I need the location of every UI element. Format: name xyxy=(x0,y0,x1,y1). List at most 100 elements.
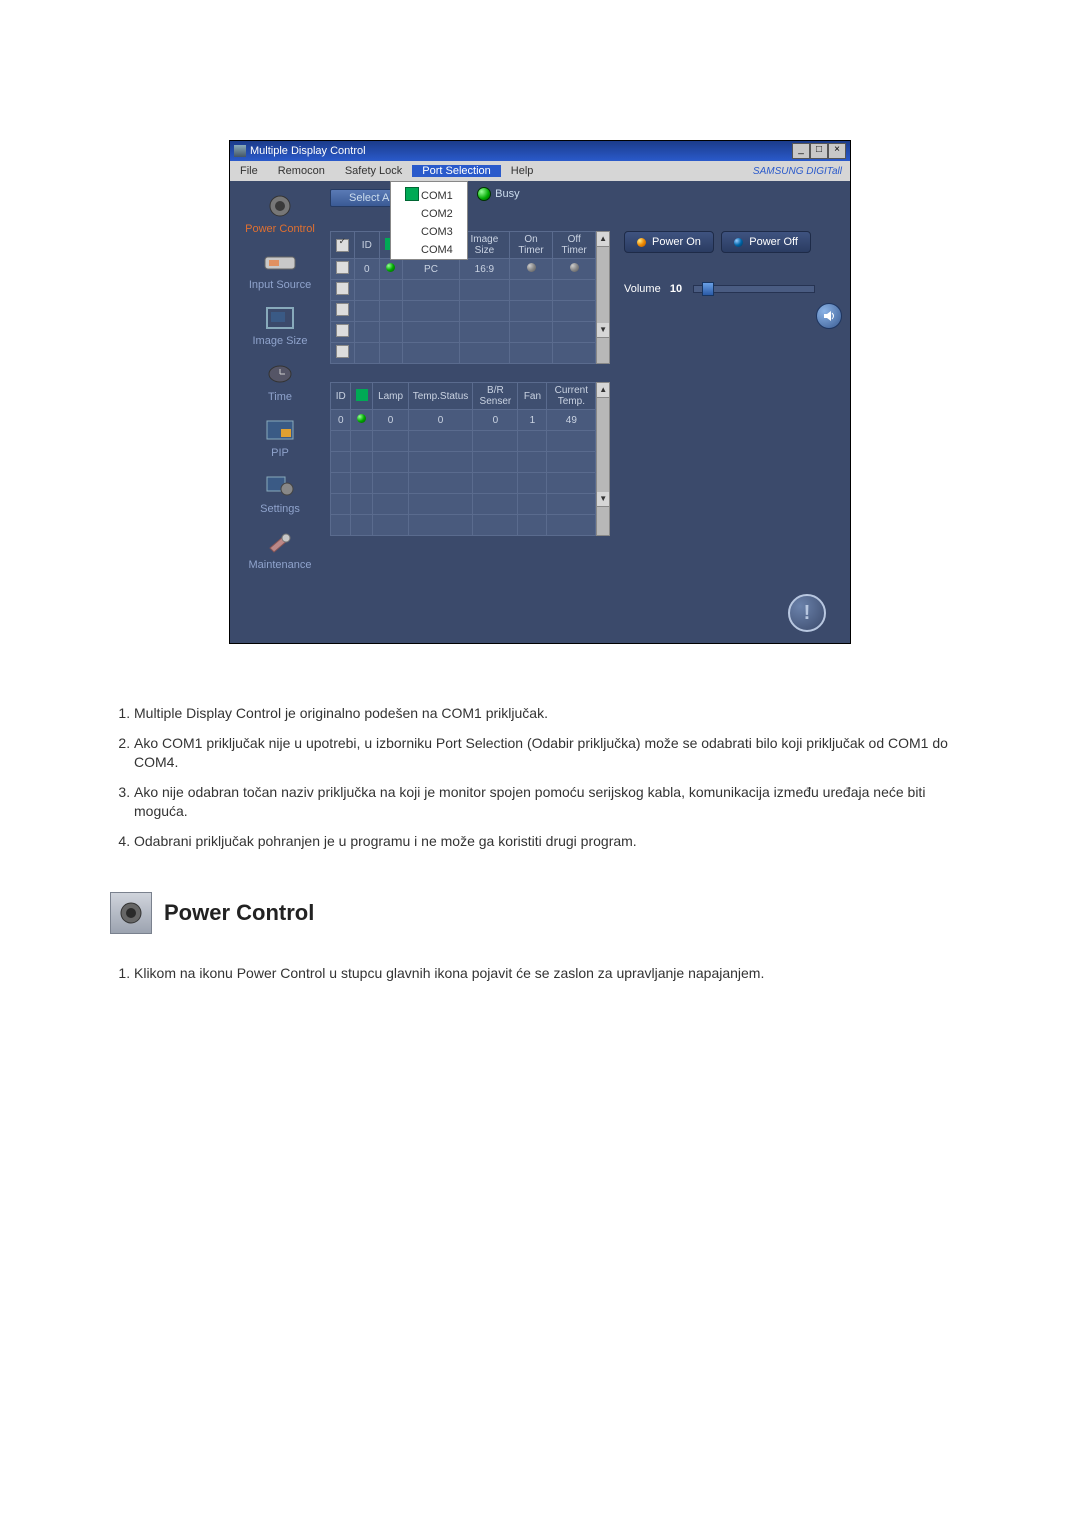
table-row[interactable] xyxy=(331,515,596,536)
volume-control: Volume 10 xyxy=(624,283,842,295)
col-lamp: Lamp xyxy=(373,383,408,410)
image-size-icon xyxy=(260,303,300,333)
status-header-icon xyxy=(356,389,368,401)
titlebar: Multiple Display Control _ □ × xyxy=(230,141,850,161)
col-id: ID xyxy=(354,232,379,259)
time-icon xyxy=(260,359,300,389)
table-row[interactable] xyxy=(331,280,596,301)
menu-file[interactable]: File xyxy=(230,165,268,177)
sidebar-item-pip[interactable]: PIP xyxy=(230,415,330,459)
app-window: Multiple Display Control _ □ × File Remo… xyxy=(229,140,851,644)
sidebar-item-image-size[interactable]: Image Size xyxy=(230,303,330,347)
section-heading: Power Control xyxy=(164,900,314,926)
status-dot-icon xyxy=(357,414,366,423)
table-row[interactable] xyxy=(331,473,596,494)
menubar: File Remocon Safety Lock Port Selection … xyxy=(230,161,850,181)
header-checkbox[interactable] xyxy=(336,239,349,252)
info-icon[interactable]: ! xyxy=(788,594,826,632)
row-checkbox[interactable] xyxy=(336,261,349,274)
center-panel: Select All Busy ID Image Size xyxy=(330,181,616,583)
list-item: Odabrani priključak pohranjen je u progr… xyxy=(134,832,970,852)
maximize-button[interactable]: □ xyxy=(810,143,828,159)
menu-remocon[interactable]: Remocon xyxy=(268,165,335,177)
dropdown-item-com3[interactable]: COM3 xyxy=(391,223,467,241)
scrollbar[interactable]: ▲▼ xyxy=(596,231,610,364)
brand-label: SAMSUNG DIGITall xyxy=(753,166,850,177)
status-table: ID Lamp Temp.Status B/R Senser Fan Curre… xyxy=(330,382,610,536)
window-title: Multiple Display Control xyxy=(250,145,366,157)
row-checkbox[interactable] xyxy=(336,303,349,316)
list-item: Klikom na ikonu Power Control u stupcu g… xyxy=(134,964,970,984)
dropdown-item-com1[interactable]: COM1 xyxy=(391,182,467,205)
speaker-icon[interactable] xyxy=(816,303,842,329)
dropdown-item-com4[interactable]: COM4 xyxy=(391,241,467,259)
table-row[interactable] xyxy=(331,343,596,364)
table-row[interactable]: 0000149 xyxy=(331,410,596,431)
busy-indicator: Busy xyxy=(477,187,519,201)
scroll-down-icon[interactable]: ▼ xyxy=(597,323,609,338)
instructions-list-1: Multiple Display Control je originalno p… xyxy=(110,704,970,852)
power-on-indicator-icon xyxy=(637,238,646,247)
table-row[interactable] xyxy=(331,301,596,322)
dropdown-item-com2[interactable]: COM2 xyxy=(391,205,467,223)
slider-knob[interactable] xyxy=(702,282,714,296)
row-checkbox[interactable] xyxy=(336,345,349,358)
port-selection-dropdown: COM1 COM2 COM3 COM4 xyxy=(390,181,468,260)
timer-dot-icon xyxy=(527,263,536,272)
volume-slider[interactable] xyxy=(693,285,815,293)
table-row[interactable] xyxy=(331,452,596,473)
row-checkbox[interactable] xyxy=(336,324,349,337)
power-off-indicator-icon xyxy=(734,238,743,247)
col-br-senser: B/R Senser xyxy=(473,383,518,410)
sidebar-item-time[interactable]: Time xyxy=(230,359,330,403)
maintenance-icon xyxy=(260,527,300,557)
power-icon xyxy=(260,191,300,221)
section-header: Power Control xyxy=(110,892,970,934)
instructions-list-2: Klikom na ikonu Power Control u stupcu g… xyxy=(110,964,970,984)
list-item: Ako nije odabran točan naziv priključka … xyxy=(134,783,970,822)
list-item: Ako COM1 priključak nije u upotrebi, u i… xyxy=(134,734,970,773)
scroll-down-icon[interactable]: ▼ xyxy=(597,492,609,507)
scroll-up-icon[interactable]: ▲ xyxy=(597,232,609,247)
minimize-button[interactable]: _ xyxy=(792,143,810,159)
app-icon xyxy=(234,145,246,157)
sidebar-item-input-source[interactable]: Input Source xyxy=(230,247,330,291)
display-table: ID Image Size On Timer Off Timer 0PC16:9 xyxy=(330,231,610,364)
scroll-up-icon[interactable]: ▲ xyxy=(597,383,609,398)
volume-label: Volume xyxy=(624,283,661,295)
list-item: Multiple Display Control je originalno p… xyxy=(134,704,970,724)
col-on-timer: On Timer xyxy=(509,232,552,259)
sidebar-item-power-control[interactable]: Power Control xyxy=(230,191,330,235)
scrollbar[interactable]: ▲▼ xyxy=(596,382,610,536)
sidebar-item-maintenance[interactable]: Maintenance xyxy=(230,527,330,571)
status-bar: ! xyxy=(230,583,850,643)
input-source-icon xyxy=(260,247,300,277)
table-row[interactable] xyxy=(331,431,596,452)
col-temp-status: Temp.Status xyxy=(408,383,473,410)
col-current-temp: Current Temp. xyxy=(547,383,596,410)
menu-safety-lock[interactable]: Safety Lock xyxy=(335,165,412,177)
menu-help[interactable]: Help xyxy=(501,165,544,177)
table-row[interactable]: 0PC16:9 xyxy=(331,259,596,280)
volume-value: 10 xyxy=(670,283,682,295)
power-off-button[interactable]: Power Off xyxy=(721,231,811,253)
busy-icon xyxy=(477,187,491,201)
col-id-2: ID xyxy=(331,383,351,410)
menu-port-selection[interactable]: Port Selection xyxy=(412,165,500,177)
power-control-section-icon xyxy=(110,892,152,934)
power-on-button[interactable]: Power On xyxy=(624,231,714,253)
table-row[interactable] xyxy=(331,494,596,515)
timer-dot-icon xyxy=(570,263,579,272)
settings-icon xyxy=(260,471,300,501)
sidebar: Power Control Input Source Image Size Ti… xyxy=(230,181,330,583)
close-button[interactable]: × xyxy=(828,143,846,159)
pip-icon xyxy=(260,415,300,445)
right-panel: Power On Power Off Volume 10 xyxy=(616,181,850,583)
col-off-timer: Off Timer xyxy=(553,232,596,259)
table-row[interactable] xyxy=(331,322,596,343)
col-fan: Fan xyxy=(518,383,547,410)
row-checkbox[interactable] xyxy=(336,282,349,295)
status-dot-icon xyxy=(386,263,395,272)
sidebar-item-settings[interactable]: Settings xyxy=(230,471,330,515)
check-icon xyxy=(405,187,419,201)
